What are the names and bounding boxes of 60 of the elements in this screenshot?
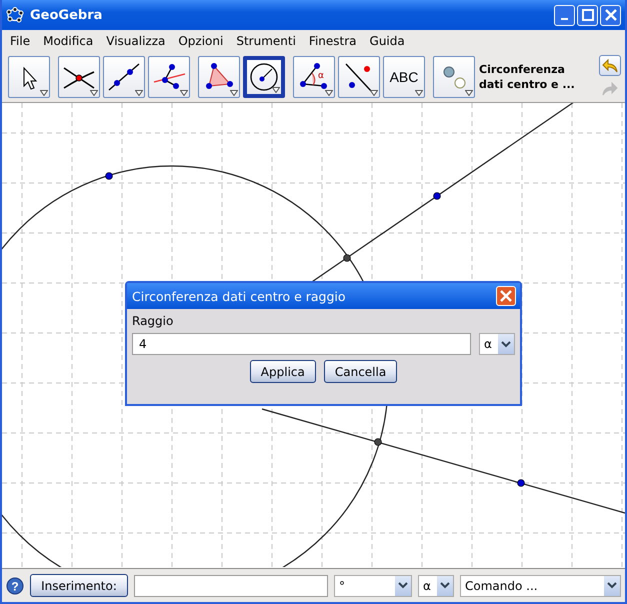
minimize-button[interactable] xyxy=(554,4,575,26)
point[interactable] xyxy=(343,254,351,262)
undo-button[interactable] xyxy=(599,55,621,76)
chevron-down-icon xyxy=(440,582,450,589)
triangle-down-icon xyxy=(415,90,423,96)
menu-item[interactable]: Modifica xyxy=(37,34,100,48)
menu-item[interactable]: Strumenti xyxy=(230,34,303,48)
chevron-down-icon xyxy=(501,340,511,348)
close-icon xyxy=(500,290,512,302)
chevron-down-icon xyxy=(607,582,617,589)
point[interactable] xyxy=(517,479,525,487)
point[interactable] xyxy=(433,192,441,200)
tool-button[interactable] xyxy=(103,56,145,98)
tool-button[interactable] xyxy=(243,56,285,98)
tool-button[interactable] xyxy=(8,56,50,98)
minimize-icon xyxy=(561,18,568,20)
tool-button[interactable] xyxy=(198,56,240,98)
tool-button[interactable]: ABC xyxy=(383,56,425,98)
command-dropdown[interactable]: Comando ... xyxy=(460,574,621,596)
maximize-button[interactable] xyxy=(577,4,598,26)
input-button[interactable]: Inserimento: xyxy=(30,574,128,597)
tool-name: Circonferenza dati centro e ... xyxy=(479,62,576,92)
degree-dropdown[interactable]: ° xyxy=(334,574,412,596)
undo-icon xyxy=(602,58,618,72)
menu-item[interactable]: Finestra xyxy=(302,34,364,48)
close-icon xyxy=(604,9,616,21)
triangle-down-icon xyxy=(465,90,473,96)
symbol-dropdown[interactable]: α xyxy=(418,574,454,596)
close-button[interactable] xyxy=(600,4,621,26)
triangle-down-icon xyxy=(180,90,188,96)
point[interactable] xyxy=(105,172,113,180)
symbol-dropdown[interactable]: α xyxy=(479,333,515,355)
triangle-down-icon xyxy=(230,90,238,96)
menu-item[interactable]: Guida xyxy=(364,34,412,48)
point[interactable] xyxy=(374,438,382,446)
menu-item[interactable]: Visualizza xyxy=(100,34,172,48)
dialog-title: Circonferenza dati centro e raggio xyxy=(132,288,346,304)
redo-icon xyxy=(602,82,618,96)
tool-button[interactable] xyxy=(338,56,380,98)
dialog-button[interactable]: Cancella xyxy=(324,360,398,383)
close-button[interactable] xyxy=(496,286,516,306)
dialog-button[interactable]: Applica xyxy=(250,360,316,383)
triangle-down-icon xyxy=(40,90,48,96)
triangle-down-icon xyxy=(325,90,333,96)
input-field[interactable] xyxy=(134,574,328,596)
menu-item[interactable]: File xyxy=(4,34,38,48)
help-icon[interactable]: ? xyxy=(6,576,24,594)
menu-item[interactable]: Opzioni xyxy=(172,34,230,48)
chevron-down-icon xyxy=(398,582,408,589)
tool-button[interactable] xyxy=(58,56,100,98)
field-label: Raggio xyxy=(132,314,174,328)
triangle-down-icon xyxy=(90,90,98,96)
input-field[interactable]: 4 xyxy=(132,333,471,355)
triangle-down-icon xyxy=(272,87,280,93)
tool-button[interactable] xyxy=(148,56,190,98)
maximize-icon xyxy=(582,9,594,21)
triangle-down-icon xyxy=(370,90,378,96)
triangle-down-icon xyxy=(135,90,143,96)
ellipse-points-icon xyxy=(6,7,24,23)
window-title: GeoGebra xyxy=(30,8,104,22)
